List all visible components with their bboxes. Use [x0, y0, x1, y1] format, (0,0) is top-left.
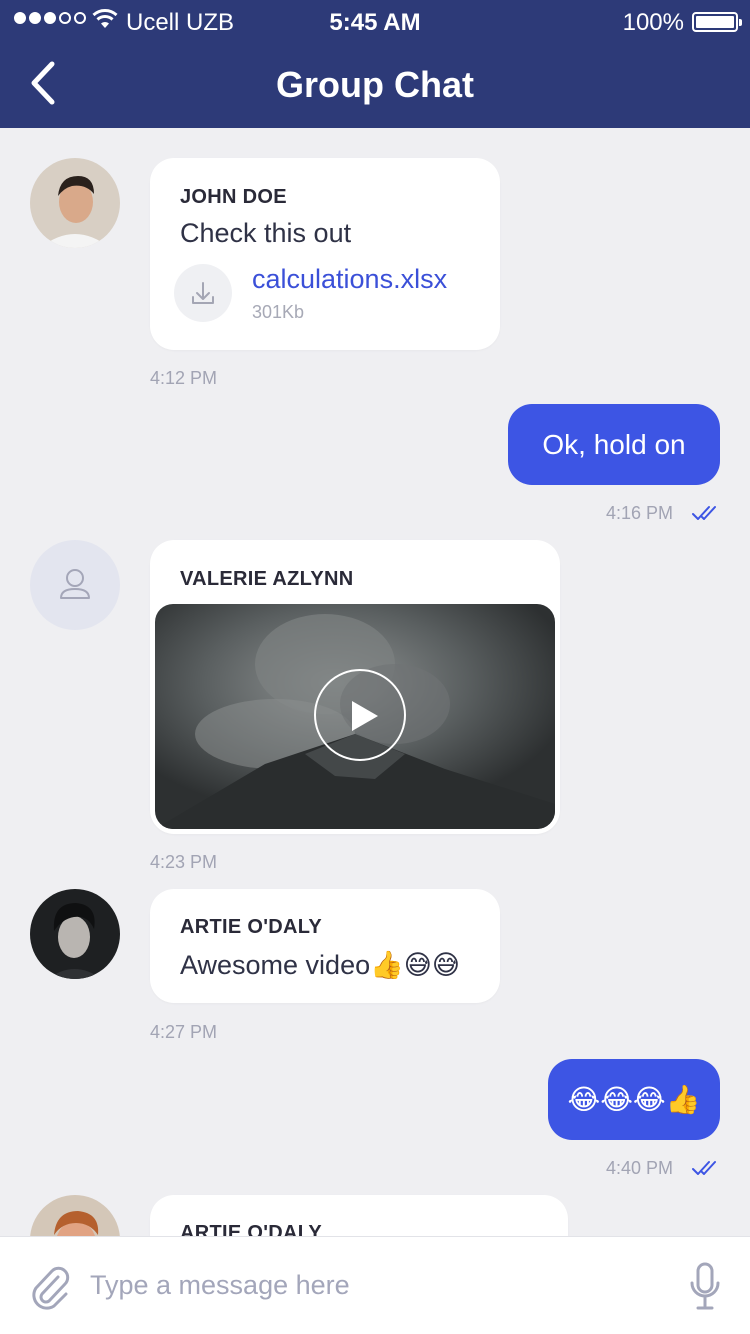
- read-receipt-icon: [692, 506, 716, 520]
- status-bar: Ucell UZB 5:45 AM 100%: [0, 0, 750, 42]
- message-bubble[interactable]: ARTIE O'DALY Awesome video👍😅😅: [150, 889, 500, 1003]
- outgoing-message-bubble[interactable]: 😂😂😂👍: [548, 1059, 720, 1140]
- battery-percent: 100%: [622, 9, 684, 36]
- sender-name: ARTIE O'DALY: [180, 916, 323, 938]
- paperclip-icon[interactable]: [28, 1263, 72, 1311]
- file-size: 301Kb: [252, 302, 305, 322]
- avatar-john-doe[interactable]: [30, 158, 120, 248]
- message-time: 4:16 PM: [606, 503, 674, 523]
- download-icon[interactable]: [174, 264, 232, 322]
- play-icon[interactable]: [314, 669, 406, 761]
- message-time: 4:40 PM: [606, 1158, 674, 1178]
- avatar-placeholder[interactable]: [30, 540, 120, 630]
- app-header: Ucell UZB 5:45 AM 100% Group Chat: [0, 0, 750, 128]
- outgoing-message-bubble[interactable]: Ok, hold on: [508, 404, 720, 485]
- message-composer: [0, 1236, 750, 1334]
- message-time: 4:27 PM: [150, 1022, 218, 1042]
- microphone-icon[interactable]: [688, 1261, 722, 1313]
- avatar-artie-odaly[interactable]: [30, 889, 120, 979]
- sender-name: JOHN DOE: [180, 186, 287, 208]
- message-input[interactable]: [90, 1265, 650, 1305]
- user-icon: [60, 569, 90, 599]
- message-bubble[interactable]: JOHN DOE Check this out calculations.xls…: [150, 158, 500, 350]
- video-thumbnail[interactable]: [155, 604, 555, 829]
- page-title: Group Chat: [276, 64, 474, 105]
- read-receipt-icon: [692, 1161, 716, 1175]
- avatar-artie-odaly[interactable]: [30, 1195, 120, 1236]
- message-bubble[interactable]: VALERIE AZLYNN: [150, 540, 560, 834]
- chat-messages[interactable]: JOHN DOE Check this out calculations.xls…: [0, 128, 750, 1236]
- file-name-link[interactable]: calculations.xlsx: [252, 264, 447, 295]
- message-bubble[interactable]: ARTIE O'DALY: [150, 1195, 568, 1236]
- message-time: 4:23 PM: [150, 852, 218, 872]
- message-text: Check this out: [180, 218, 352, 248]
- battery-icon: [692, 12, 742, 32]
- message-text: Awesome video👍😅😅: [180, 950, 461, 980]
- sender-name: ARTIE O'DALY: [180, 1222, 323, 1236]
- message-time: 4:12 PM: [150, 368, 218, 388]
- sender-name: VALERIE AZLYNN: [180, 568, 354, 590]
